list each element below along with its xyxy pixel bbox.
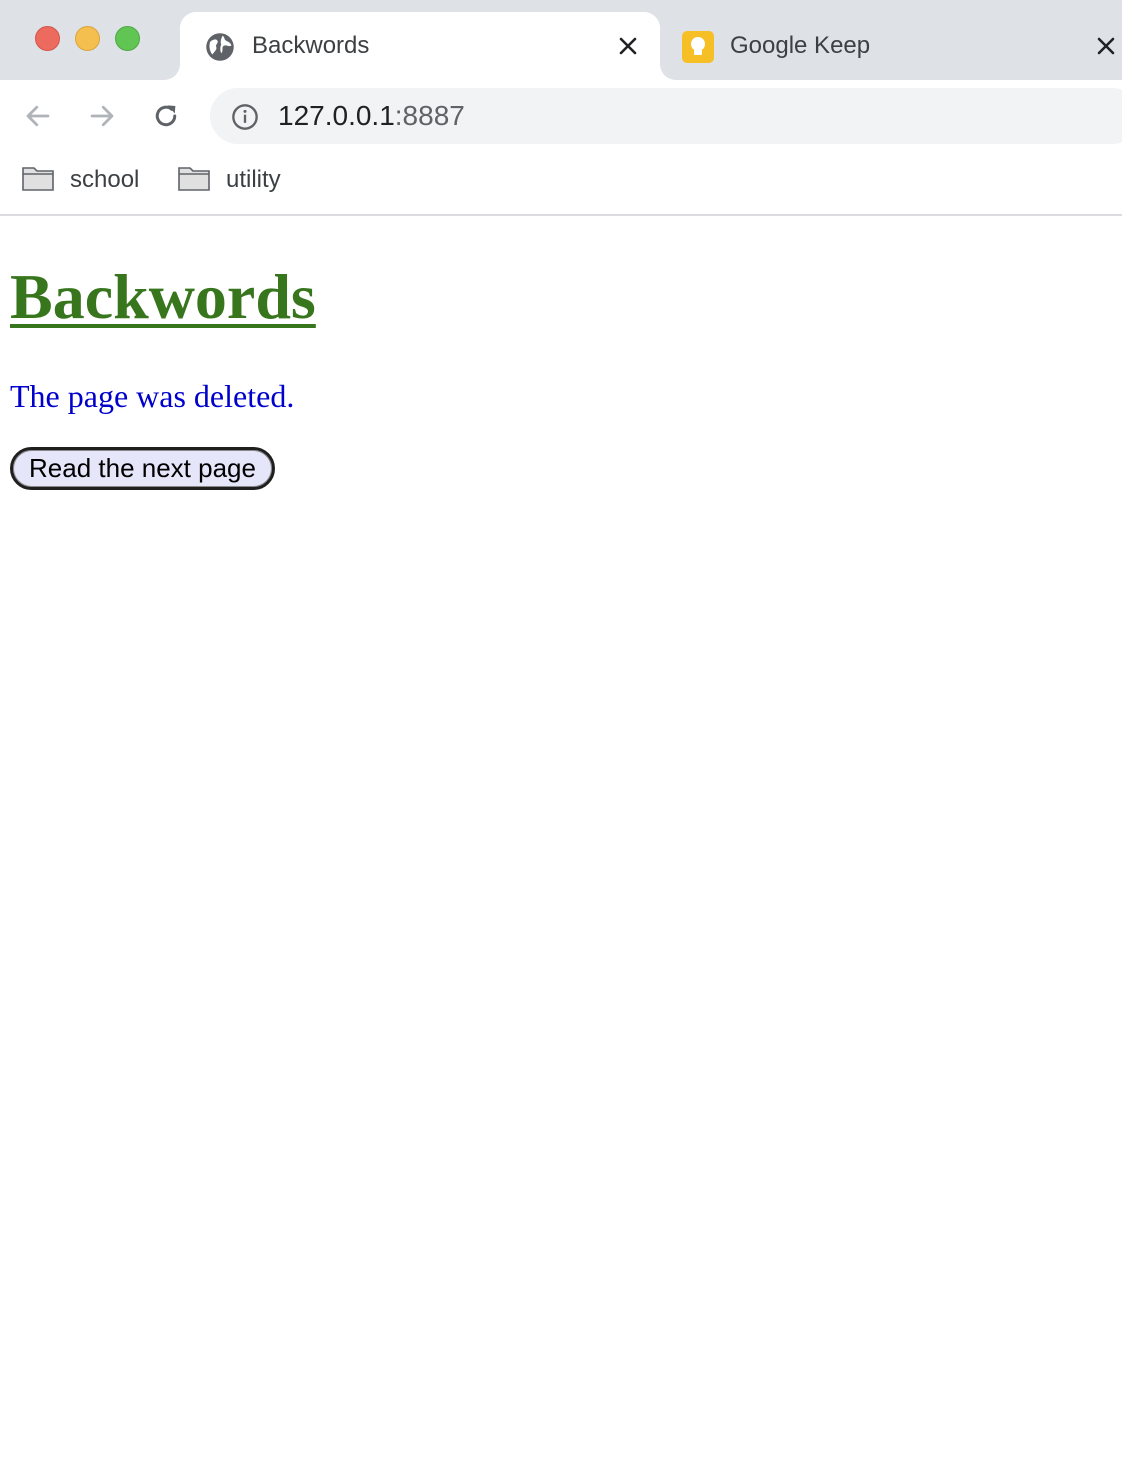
address-bar[interactable]: 127.0.0.1:8887 (210, 88, 1122, 144)
address-url[interactable]: 127.0.0.1:8887 (278, 100, 465, 132)
bookmarks-bar: school utility (0, 152, 1122, 216)
tab-strip: Backwords Google Keep (0, 0, 1122, 80)
tab-backwords[interactable]: Backwords (180, 12, 660, 80)
globe-icon (204, 31, 236, 63)
forward-arrow-icon[interactable] (84, 98, 120, 134)
page-title-link[interactable]: Backwords (10, 260, 316, 334)
read-next-page-button[interactable]: Read the next page (10, 447, 275, 490)
folder-icon (178, 165, 210, 196)
window-maximize-button[interactable] (115, 26, 140, 51)
reload-icon[interactable] (148, 98, 184, 134)
back-arrow-icon[interactable] (20, 98, 56, 134)
url-host: 127.0.0.1 (278, 100, 395, 131)
window-minimize-button[interactable] (75, 26, 100, 51)
tab-close-icon[interactable] (616, 34, 640, 58)
bookmark-label: utility (226, 166, 281, 193)
bookmark-school[interactable]: school (22, 164, 139, 196)
url-port: :8887 (394, 100, 465, 131)
bookmark-utility[interactable]: utility (178, 164, 281, 196)
status-message: The page was deleted. (10, 378, 295, 414)
info-icon[interactable] (230, 102, 260, 132)
tab-google-keep[interactable]: Google Keep (662, 12, 1122, 80)
browser-toolbar: 127.0.0.1:8887 (0, 80, 1122, 152)
window-close-button[interactable] (35, 26, 60, 51)
folder-icon (22, 165, 54, 196)
tab-title: Backwords (252, 32, 370, 59)
tab-title: Google Keep (730, 32, 871, 59)
tab-close-icon[interactable] (1094, 34, 1118, 58)
bookmark-label: school (70, 166, 140, 193)
page-content: Backwords The page was deleted. Read the… (0, 218, 1122, 1458)
google-keep-icon (682, 31, 714, 63)
